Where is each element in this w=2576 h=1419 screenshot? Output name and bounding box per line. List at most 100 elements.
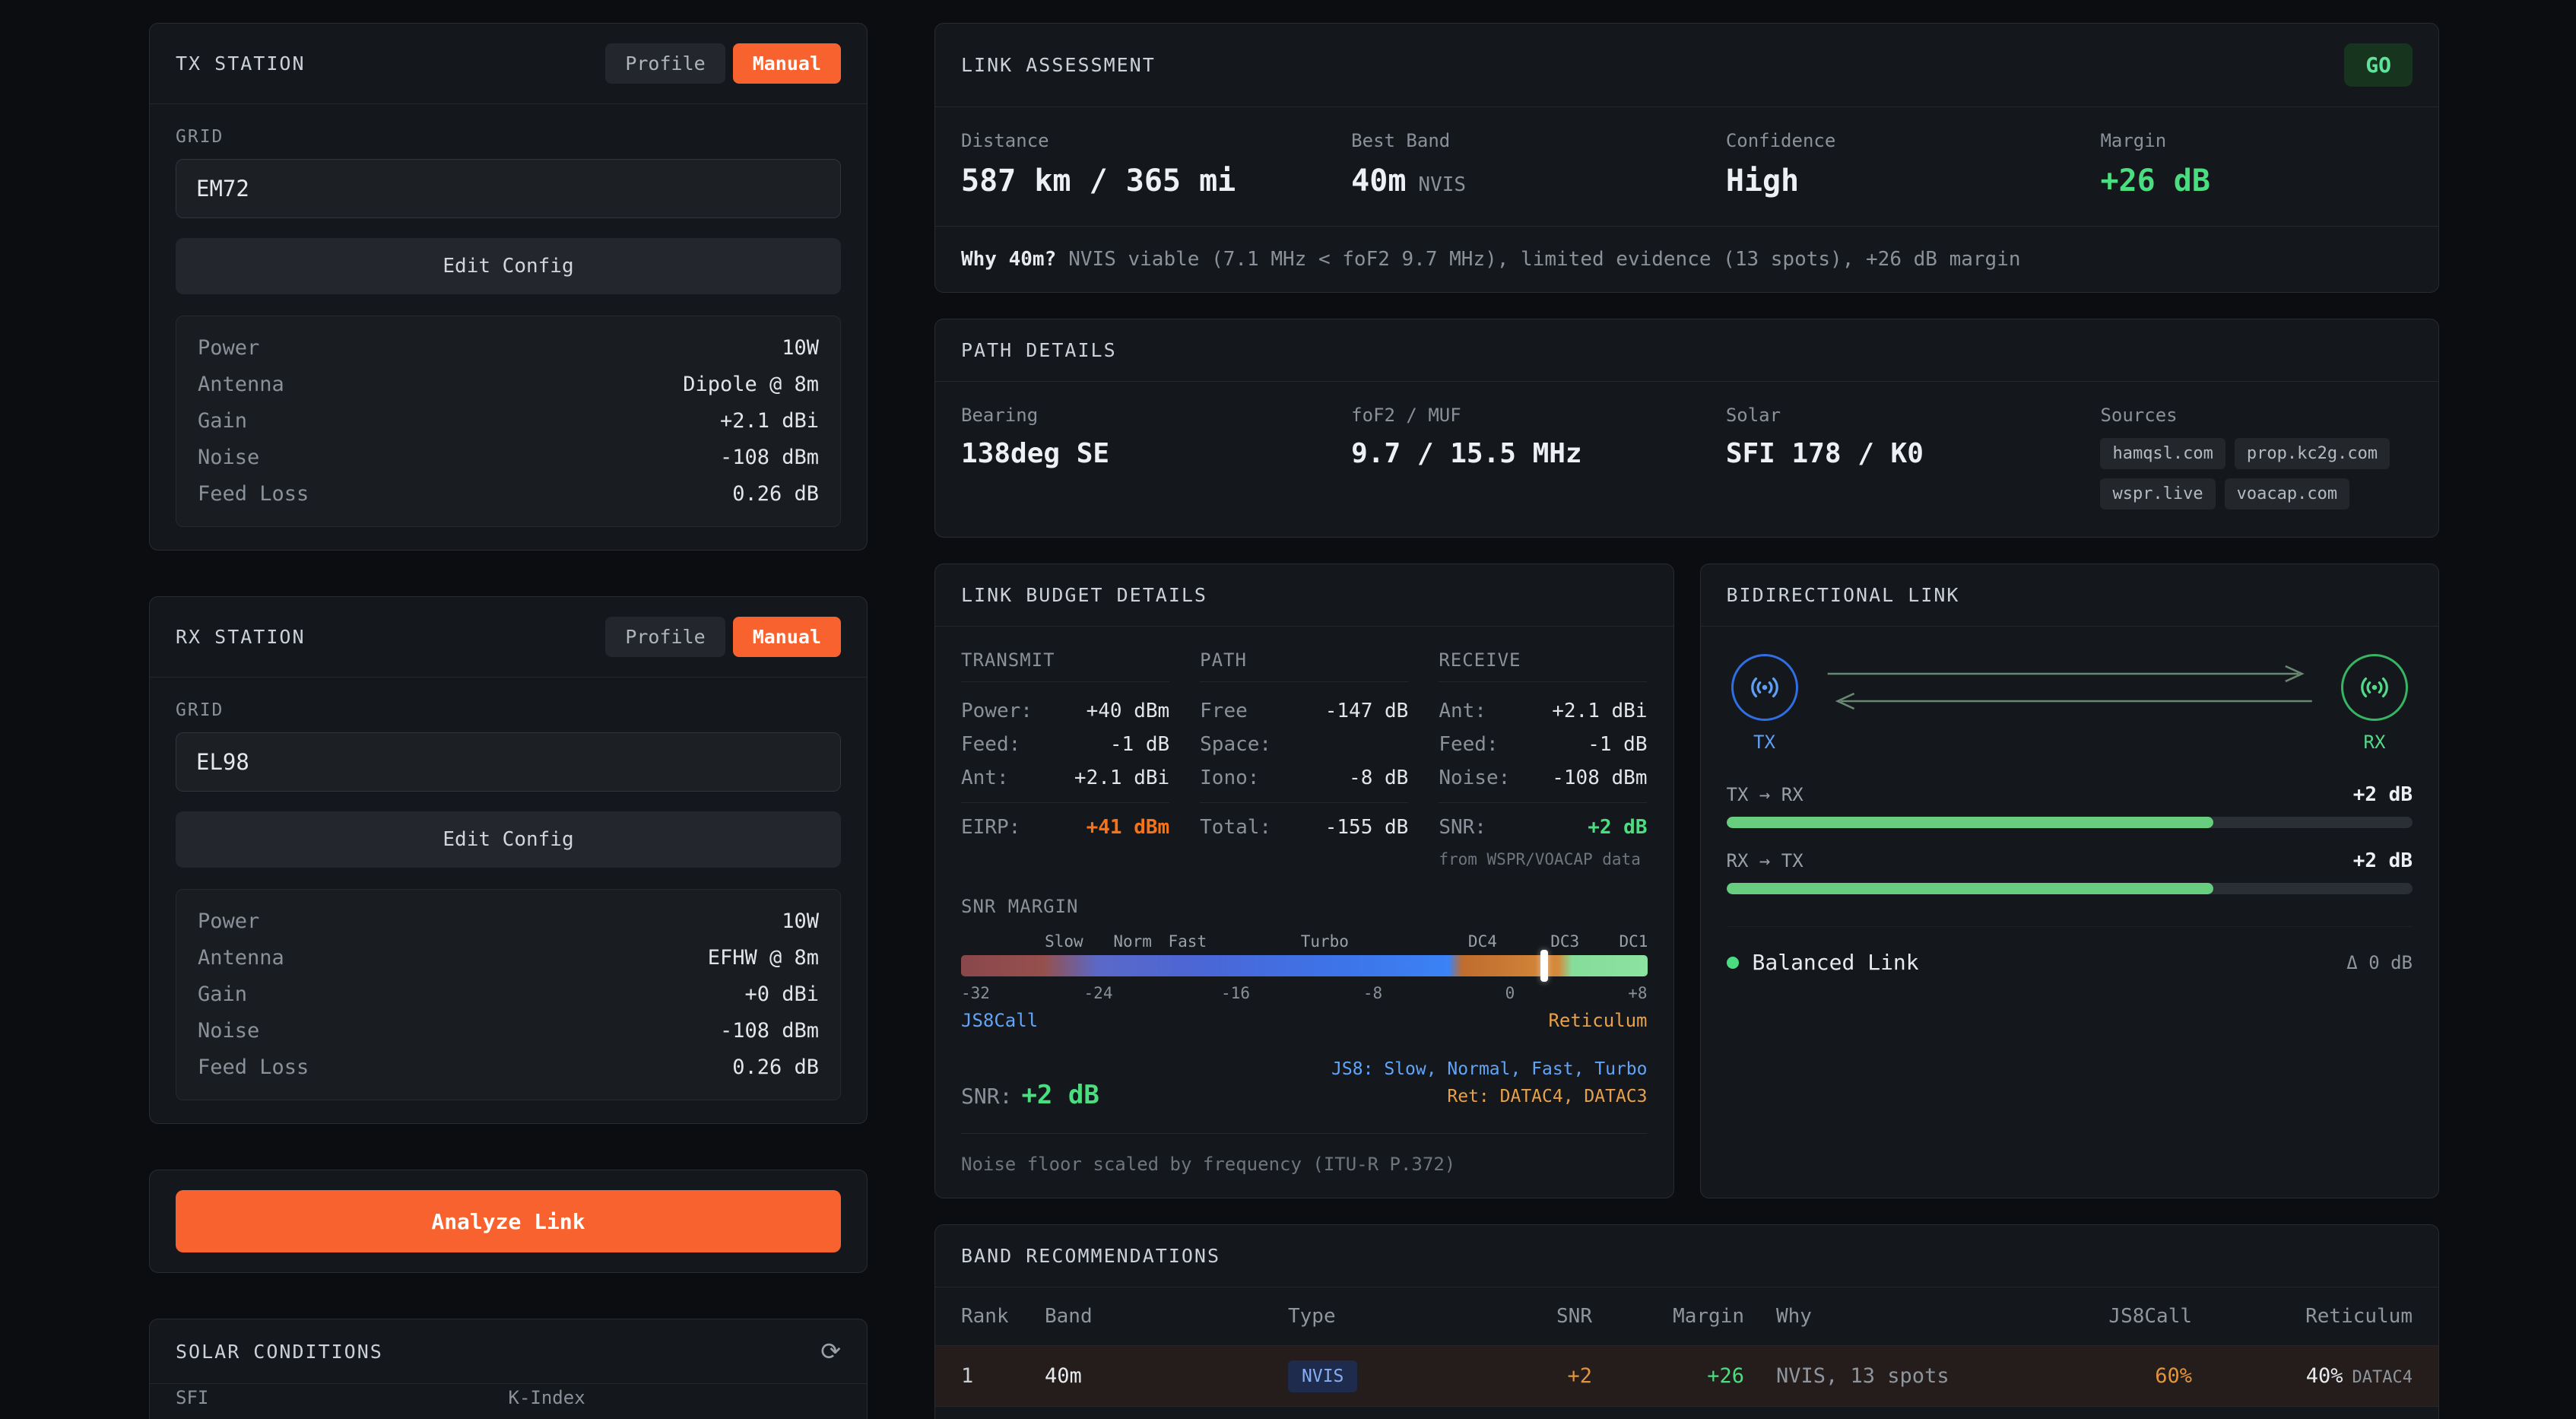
rx-mode-toggle: Profile Manual — [605, 617, 841, 657]
band-recommendations-title: BAND RECOMMENDATIONS — [961, 1245, 1220, 1267]
solar-path-value: SFI 178 / K0 — [1726, 438, 2101, 469]
band-recommendations-header: BAND RECOMMENDATIONS — [935, 1225, 2438, 1287]
stat-label: Gain — [198, 976, 247, 1013]
protocol-labels: JS8Call Reticulum — [961, 1010, 1648, 1031]
stat-label: Noise — [198, 440, 259, 476]
bearing-block: Bearing 138deg SE — [961, 405, 1351, 510]
table-header-row: Rank Band Type SNR Margin Why JS8Call Re… — [935, 1287, 2438, 1345]
table-row[interactable]: 2 40m NVIS -19 +5 NVIS, model predicts g… — [935, 1406, 2438, 1419]
forward-progress-fill — [1727, 817, 2214, 828]
rx-station-panel: RX STATION Profile Manual GRID Edit Conf… — [149, 596, 868, 1124]
reverse-progress-fill — [1727, 883, 2214, 894]
stat-label: Noise — [198, 1013, 259, 1049]
tx-node-label: TX — [1753, 732, 1775, 753]
link-budget-panel: LINK BUDGET DETAILS TRANSMIT Power:+40 d… — [934, 563, 1674, 1198]
budget-row: Feed:-1 dB — [961, 728, 1169, 761]
link-diagram: TX — [1727, 654, 2413, 753]
col-snr: SNR — [1463, 1305, 1592, 1328]
snr-margin-section: SNR MARGIN Slow Norm Fast Turbo DC4 DC3 … — [961, 896, 1648, 1175]
solar-header: SOLAR CONDITIONS ⟳ — [150, 1319, 867, 1384]
col-js8call: JS8Call — [1964, 1305, 2192, 1328]
rx-profile-button[interactable]: Profile — [605, 617, 725, 657]
table-row[interactable]: 1 40m NVIS +2 +26 NVIS, 13 spots 60% 40%… — [935, 1345, 2438, 1406]
source-chip: hamqsl.com — [2100, 438, 2225, 469]
col-rank: Rank — [961, 1305, 1045, 1328]
source-chips: hamqsl.com prop.kc2g.com wspr.live voaca… — [2100, 438, 2413, 510]
stat-row: Noise-108 dBm — [198, 1013, 819, 1049]
link-assessment-header: LINK ASSESSMENT GO — [935, 24, 2438, 107]
js8-modes-line: JS8: Slow, Normal, Fast, Turbo — [1331, 1056, 1647, 1083]
stat-label: Feed Loss — [198, 1049, 309, 1086]
rx-station-body: GRID Edit Config Power10W AntennaEFHW @ … — [150, 678, 867, 1123]
stat-label: Power — [198, 903, 259, 940]
analyze-link-button[interactable]: Analyze Link — [176, 1190, 841, 1252]
transmit-title: TRANSMIT — [961, 649, 1169, 682]
reverse-value: +2 dB — [2353, 849, 2413, 872]
sfi-label: SFI — [176, 1387, 509, 1408]
budget-row: Ant:+2.1 dBi — [961, 761, 1169, 795]
why-text: NVIS viable (7.1 MHz < foF2 9.7 MHz), li… — [1068, 248, 2020, 271]
tx-station-body: GRID Edit Config Power10W AntennaDipole … — [150, 104, 867, 550]
snr-result-value: +2 dB — [1021, 1080, 1099, 1110]
snr-result: SNR:+2 dB — [961, 1080, 1099, 1110]
bidirectional-header: BIDIRECTIONAL LINK — [1701, 564, 2439, 627]
stat-row: AntennaEFHW @ 8m — [198, 940, 819, 976]
col-band: Band — [1045, 1305, 1288, 1328]
fof2-value: 9.7 / 15.5 MHz — [1351, 438, 1726, 469]
snr-marker — [1540, 950, 1548, 982]
link-assessment-panel: LINK ASSESSMENT GO Distance 587 km / 365… — [934, 23, 2439, 293]
tx-edit-config-button[interactable]: Edit Config — [176, 238, 841, 294]
reverse-bar-head: RX → TX +2 dB — [1727, 849, 2413, 872]
snr-margin-title: SNR MARGIN — [961, 896, 1648, 917]
rx-grid-label: GRID — [176, 700, 841, 720]
budget-bidirectional-row: LINK BUDGET DETAILS TRANSMIT Power:+40 d… — [934, 563, 2439, 1198]
snr-gradient-bar — [961, 955, 1648, 976]
budget-row: Feed:-1 dB — [1439, 728, 1647, 761]
link-assessment-title: LINK ASSESSMENT — [961, 54, 1156, 76]
metric-value: High — [1726, 163, 2101, 198]
rx-node-label: RX — [2364, 732, 2386, 753]
tx-profile-button[interactable]: Profile — [605, 43, 725, 84]
col-margin: Margin — [1592, 1305, 1744, 1328]
rx-station-title: RX STATION — [176, 626, 306, 648]
metric-label: Margin — [2100, 130, 2413, 151]
stat-value: Dipole @ 8m — [683, 367, 819, 403]
snr-note: from WSPR/VOACAP data — [1439, 850, 1647, 868]
rx-broadcast-icon — [2341, 654, 2408, 721]
stat-label: Antenna — [198, 367, 284, 403]
direction-bars: TX → RX +2 dB RX → TX +2 dB — [1727, 783, 2413, 894]
stat-row: Antenna Dipole @ 8m — [198, 367, 819, 403]
source-chip: wspr.live — [2100, 478, 2215, 510]
budget-row: Power:+40 dBm — [961, 694, 1169, 728]
k-index-label: K-Index — [509, 1387, 842, 1408]
budget-row: Noise:-108 dBm — [1439, 761, 1647, 795]
col-reticulum: Reticulum — [2192, 1305, 2413, 1328]
tx-grid-label: GRID — [176, 127, 841, 147]
band-recommendations-panel: BAND RECOMMENDATIONS Rank Band Type SNR … — [934, 1224, 2439, 1419]
metric-suffix: NVIS — [1418, 173, 1466, 196]
sources-block: Sources hamqsl.com prop.kc2g.com wspr.li… — [2100, 405, 2413, 510]
budget-row: Ant:+2.1 dBi — [1439, 694, 1647, 728]
tx-manual-button[interactable]: Manual — [733, 43, 841, 84]
type-badge: NVIS — [1288, 1360, 1357, 1392]
stat-value: +0 dBi — [744, 976, 819, 1013]
refresh-icon[interactable]: ⟳ — [820, 1339, 841, 1363]
stat-row: Power10W — [198, 903, 819, 940]
col-why: Why — [1744, 1305, 1964, 1328]
path-details-body: Bearing 138deg SE foF2 / MUF 9.7 / 15.5 … — [935, 382, 2438, 537]
solar-path-label: Solar — [1726, 405, 2101, 426]
js8call-label: JS8Call — [961, 1010, 1038, 1031]
tx-grid-input[interactable] — [176, 159, 841, 218]
metric-confidence: Confidence High — [1726, 130, 2101, 198]
rx-edit-config-button[interactable]: Edit Config — [176, 811, 841, 868]
source-chip: voacap.com — [2225, 478, 2349, 510]
rx-manual-button[interactable]: Manual — [733, 617, 841, 657]
eirp-value: +41 dBm — [1087, 811, 1170, 844]
go-badge[interactable]: GO — [2344, 43, 2413, 87]
rx-grid-input[interactable] — [176, 732, 841, 792]
analyze-panel: Analyze Link — [149, 1170, 868, 1273]
stat-value: 0.26 dB — [732, 476, 819, 513]
metric-value: 587 km / 365 mi — [961, 163, 1351, 198]
ret-modes-line: Ret: DATAC4, DATAC3 — [1331, 1083, 1647, 1110]
budget-row: Iono:-8 dB — [1200, 761, 1408, 795]
